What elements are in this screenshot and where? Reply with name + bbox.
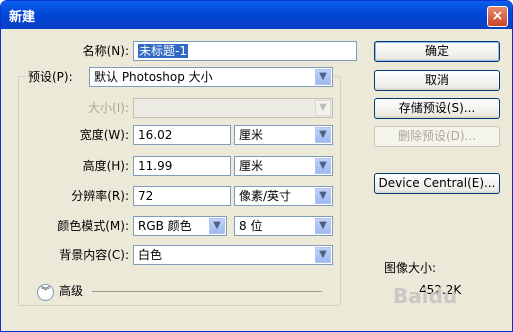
- background-value: 白色: [138, 248, 163, 262]
- width-unit-select[interactable]: 厘米 ▼: [234, 125, 333, 145]
- advanced-divider: [92, 291, 322, 292]
- size-label: 大小(I):: [88, 101, 129, 115]
- chevron-down-icon: ▼: [315, 100, 331, 116]
- chevron-down-icon: ▼: [315, 218, 331, 234]
- name-value: 未标题-1: [138, 44, 188, 58]
- resolution-input[interactable]: 72: [133, 186, 231, 206]
- width-unit: 厘米: [239, 128, 264, 142]
- ok-button[interactable]: 确定: [374, 41, 500, 62]
- cancel-button[interactable]: 取消: [374, 70, 500, 91]
- background-select[interactable]: 白色 ▼: [133, 245, 333, 265]
- height-value: 11.99: [138, 159, 173, 173]
- dialog-title: 新建: [9, 10, 36, 25]
- chevron-down-icon: ▼: [315, 158, 331, 174]
- new-document-dialog: 新建 × 名称(N): 未标题-1 预设(P): 默认 Photoshop 大小…: [0, 0, 513, 332]
- resolution-label: 分辨率(R):: [71, 189, 129, 203]
- color-mode-value: RGB 颜色: [138, 219, 192, 233]
- color-mode-select[interactable]: RGB 颜色 ▼: [133, 216, 227, 236]
- preset-label: 预设(P):: [26, 67, 90, 87]
- size-select: ▼: [133, 98, 333, 118]
- device-central-button[interactable]: Device Central(E)...: [374, 173, 500, 194]
- chevron-down-icon: ▼: [315, 247, 331, 263]
- expand-advanced-icon[interactable]: ︾: [37, 284, 54, 301]
- preset-select[interactable]: 默认 Photoshop 大小 ▼: [89, 67, 333, 87]
- resolution-value: 72: [138, 189, 154, 203]
- name-input[interactable]: 未标题-1: [133, 41, 357, 61]
- width-label: 宽度(W):: [79, 128, 129, 142]
- chevron-down-icon: ▼: [209, 218, 225, 234]
- height-unit: 厘米: [239, 159, 264, 173]
- width-input[interactable]: 16.02: [133, 125, 231, 145]
- chevron-down-icon: ▼: [315, 69, 331, 85]
- delete-preset-button: 删除预设(D)...: [374, 126, 500, 147]
- background-label: 背景内容(C):: [59, 248, 129, 262]
- resolution-unit-select[interactable]: 像素/英寸 ▼: [234, 186, 333, 206]
- title-bar: 新建 ×: [1, 1, 512, 29]
- preset-value: 默认 Photoshop 大小: [94, 70, 213, 84]
- width-value: 16.02: [138, 128, 173, 142]
- close-icon[interactable]: ×: [487, 6, 508, 27]
- watermark: Baidu: [393, 284, 458, 308]
- save-preset-button[interactable]: 存储预设(S)...: [374, 98, 500, 119]
- height-unit-select[interactable]: 厘米 ▼: [234, 156, 333, 176]
- color-mode-label: 颜色模式(M):: [57, 219, 129, 233]
- name-label: 名称(N):: [82, 44, 129, 58]
- bit-depth-value: 8 位: [239, 219, 263, 233]
- chevron-down-icon: ▼: [315, 127, 331, 143]
- bit-depth-select[interactable]: 8 位 ▼: [234, 216, 333, 236]
- height-label: 高度(H):: [82, 159, 129, 173]
- image-size-label: 图像大小:: [384, 261, 437, 275]
- resolution-unit: 像素/英寸: [239, 189, 292, 203]
- chevron-down-icon: ▼: [315, 188, 331, 204]
- height-input[interactable]: 11.99: [133, 156, 231, 176]
